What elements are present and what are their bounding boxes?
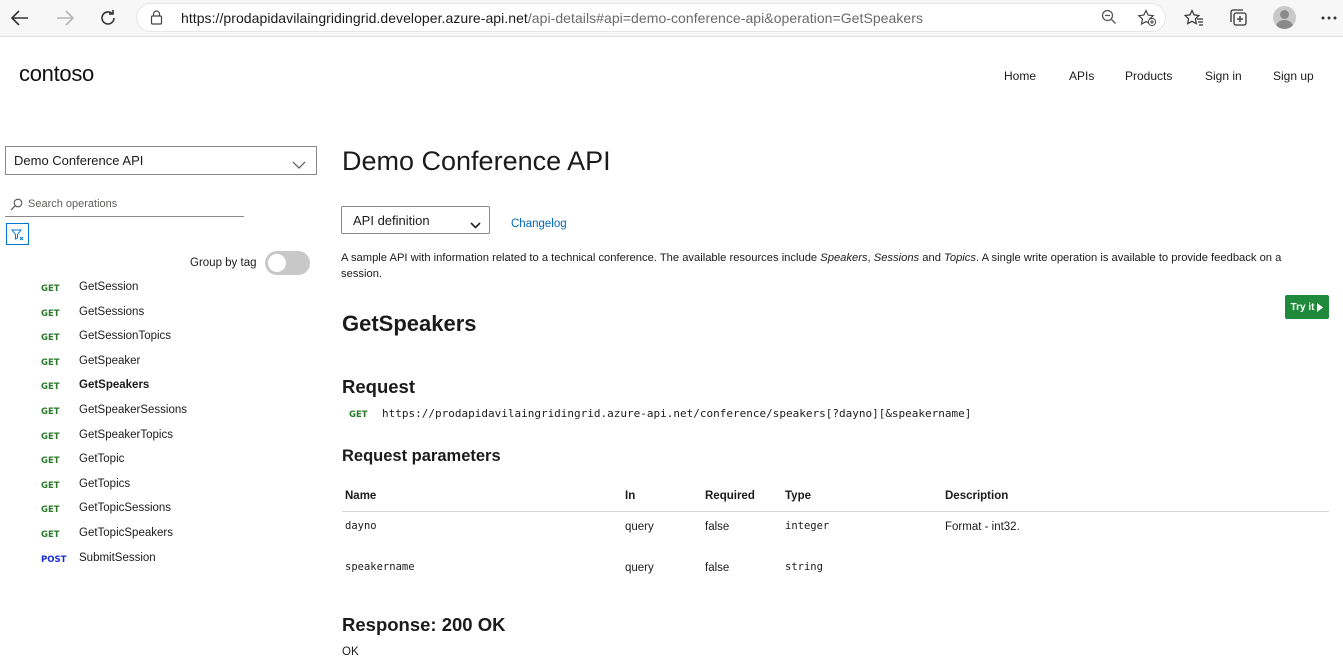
param-type: string	[785, 561, 823, 573]
col-header-type: Type	[785, 490, 811, 502]
table-header-divider	[342, 511, 1329, 512]
operation-name: GetSpeakers	[79, 379, 150, 392]
request-parameters-heading: Request parameters	[342, 447, 501, 465]
operation-name: GetSpeaker	[79, 354, 141, 367]
col-header-in: In	[625, 490, 636, 502]
operation-method: GET	[41, 407, 60, 417]
operation-method: GET	[41, 431, 60, 442]
nav-products[interactable]: Products	[1125, 69, 1172, 83]
param-in: query	[625, 521, 654, 533]
toggle-knob	[268, 254, 286, 272]
operation-name: GetSession	[79, 281, 139, 293]
search-icon	[10, 198, 23, 216]
group-by-tag-label: Group by tag	[190, 257, 257, 269]
collections-icon[interactable]	[1226, 6, 1252, 30]
col-header-required: Required	[705, 490, 755, 502]
api-select[interactable]: Demo Conference API	[5, 146, 317, 175]
operation-name: GetSessionTopics	[79, 330, 172, 343]
favorites-icon[interactable]	[1181, 6, 1207, 30]
param-in: query	[625, 562, 654, 574]
try-it-button[interactable]: Try it	[1285, 295, 1329, 319]
operation-name: GetSpeakerSessions	[79, 404, 188, 416]
nav-sign-in[interactable]: Sign in	[1205, 69, 1242, 83]
operation-name: SubmitSession	[79, 551, 156, 564]
lock-icon[interactable]	[150, 10, 163, 30]
url-path: /api-details#api=demo-conference-api&ope…	[527, 10, 924, 26]
operation-name: GetSpeakerTopics	[79, 428, 173, 441]
url-host: https://prodapidavilaingridingrid.develo…	[181, 10, 528, 26]
add-favorite-icon[interactable]	[1137, 9, 1157, 32]
address-bar[interactable]: https://prodapidavilaingridingrid.develo…	[136, 3, 1166, 32]
search-operations-input[interactable]: Search operations	[5, 195, 244, 217]
play-icon	[1317, 302, 1324, 312]
api-title: Demo Conference API	[342, 146, 611, 176]
changelog-link[interactable]: Changelog	[511, 218, 567, 230]
operation-method: GET	[41, 382, 60, 393]
search-placeholder: Search operations	[28, 198, 118, 210]
param-description: Format - int32.	[945, 521, 1020, 533]
operation-method: GET	[41, 357, 60, 368]
chevron-down-icon	[470, 216, 481, 234]
filter-button[interactable]	[6, 223, 29, 245]
nav-home[interactable]: Home	[1004, 69, 1036, 83]
refresh-icon[interactable]	[95, 6, 121, 30]
site-logo[interactable]: contoso	[19, 61, 94, 87]
param-name: dayno	[345, 520, 377, 532]
param-name: speakername	[345, 561, 415, 573]
param-type: integer	[785, 520, 830, 532]
col-header-description: Description	[945, 490, 1009, 502]
operation-title: GetSpeakers	[342, 311, 477, 336]
operation-method: GET	[41, 308, 60, 319]
param-required: false	[705, 562, 730, 574]
more-icon[interactable]	[1316, 6, 1342, 30]
operation-method: GET	[41, 284, 60, 294]
api-select-value: Demo Conference API	[14, 153, 144, 168]
operation-name: GetTopic	[79, 453, 125, 466]
response-heading: Response: 200 OK	[342, 614, 506, 635]
response-description: OK	[342, 646, 359, 658]
back-arrow-icon[interactable]	[7, 6, 33, 30]
filter-icon	[11, 229, 24, 240]
zoom-icon[interactable]	[1101, 9, 1117, 30]
forward-arrow-icon[interactable]	[52, 6, 78, 30]
nav-apis[interactable]: APIs	[1069, 69, 1094, 83]
operation-method: POST	[41, 554, 67, 565]
operation-name: GetTopics	[79, 477, 131, 490]
try-it-label: Try it	[1290, 301, 1315, 313]
nav-sign-up[interactable]: Sign up	[1273, 69, 1314, 83]
api-definition-select[interactable]: API definition	[341, 206, 490, 234]
api-description: A sample API with information related to…	[341, 252, 1282, 280]
api-definition-value: API definition	[353, 213, 430, 228]
profile-icon[interactable]	[1273, 6, 1296, 29]
col-header-name: Name	[345, 490, 377, 502]
operation-name: GetSessions	[79, 305, 145, 318]
request-url: https://prodapidavilaingridingrid.azure-…	[382, 407, 972, 420]
operation-method: GET	[41, 480, 60, 491]
request-heading: Request	[342, 376, 415, 397]
operation-method: GET	[41, 530, 60, 540]
group-by-tag-toggle[interactable]	[265, 251, 310, 275]
operation-name: GetTopicSpeakers	[79, 527, 173, 539]
operation-method: GET	[41, 456, 60, 467]
operation-method: GET	[41, 505, 60, 516]
browser-toolbar: https://prodapidavilaingridingrid.develo…	[0, 0, 1343, 37]
request-method: GET	[349, 410, 368, 420]
param-required: false	[705, 521, 730, 533]
chevron-down-icon	[292, 156, 306, 174]
operation-name: GetTopicSessions	[79, 502, 172, 515]
operation-method: GET	[41, 333, 60, 344]
url-text[interactable]: https://prodapidavilaingridingrid.develo…	[181, 10, 923, 26]
